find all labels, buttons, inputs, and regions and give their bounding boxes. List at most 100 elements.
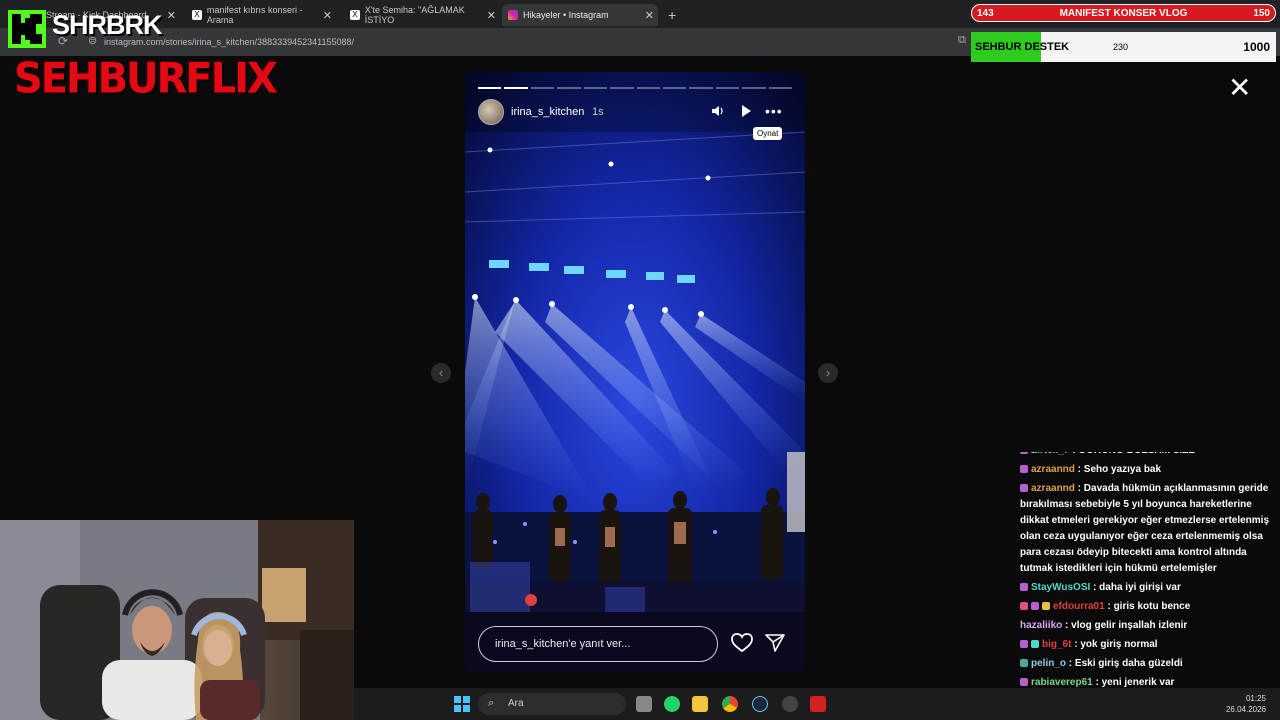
- story-progress-segment: [610, 87, 634, 89]
- chat-badge-icon: [1031, 640, 1039, 649]
- chat-message: azraannd : Seho yazıya bak: [1020, 462, 1280, 478]
- chat-text: : Seho yazıya bak: [1074, 464, 1162, 475]
- chat-text: : yeni jenerik var: [1092, 677, 1175, 688]
- chat-badge-icon: [1020, 659, 1028, 668]
- windows-start-icon[interactable]: [454, 696, 470, 712]
- search-placeholder: Ara: [508, 698, 524, 709]
- tab-title: Hikayeler • Instagram: [523, 10, 609, 20]
- tab-x-post[interactable]: X X'te Semiha: "AĞLAMAK İSTİYO ✕: [344, 4, 500, 26]
- obs-icon[interactable]: [782, 696, 798, 712]
- chat-badge-icon: [1020, 640, 1028, 649]
- story-progress-segment: [662, 87, 687, 89]
- chat-username[interactable]: hazaliiko: [1020, 620, 1062, 631]
- chat-message: big_6t : yok giriş normal: [1020, 637, 1280, 653]
- chat-username[interactable]: azraannd: [1031, 483, 1075, 494]
- more-options-icon[interactable]: •••: [765, 103, 783, 119]
- chat-text: : yok giriş normal: [1071, 639, 1158, 650]
- chat-message: StayWusOSI : daha iyi girişi var: [1020, 580, 1280, 596]
- heart-icon[interactable]: [731, 633, 753, 658]
- volume-icon[interactable]: [711, 104, 725, 121]
- story-progress-bar: [478, 87, 793, 89]
- goal-current: 230: [1113, 42, 1129, 52]
- install-app-icon[interactable]: ⧉: [958, 34, 966, 47]
- right-counter: 150: [1253, 7, 1270, 19]
- chrome-icon[interactable]: [722, 696, 738, 712]
- goal-max: 1000: [1243, 40, 1270, 54]
- chat-username[interactable]: pelin_o: [1031, 658, 1066, 669]
- task-view-icon[interactable]: [636, 696, 652, 712]
- previous-story-button[interactable]: ‹: [431, 363, 451, 383]
- app-icon[interactable]: [810, 696, 826, 712]
- x-logo-icon: X: [192, 10, 202, 20]
- chat-username[interactable]: big_6t: [1042, 639, 1071, 650]
- chat-message: Zirtcil_7 : GORONG BOZSAM SIZE: [1020, 452, 1280, 459]
- system-clock[interactable]: 01:25 26.04.2026: [1226, 693, 1266, 715]
- steam-icon[interactable]: [752, 696, 768, 712]
- close-icon[interactable]: ✕: [1228, 74, 1251, 102]
- chat-username[interactable]: efdourra01: [1053, 601, 1105, 612]
- tab-close-icon[interactable]: ✕: [645, 9, 654, 22]
- spotify-icon[interactable]: [664, 696, 680, 712]
- channel-logo-text: SHRBRK: [52, 10, 163, 40]
- tab-instagram-stories[interactable]: Hikayeler • Instagram ✕: [502, 4, 658, 26]
- brand-logo: SEHBURFLIX: [14, 54, 278, 104]
- story-username[interactable]: irina_s_kitchen: [511, 106, 584, 118]
- new-tab-button[interactable]: +: [662, 4, 682, 26]
- chat-badge-icon: [1020, 602, 1028, 611]
- send-icon[interactable]: [765, 633, 785, 658]
- chat-text: : daha iyi girişi var: [1090, 582, 1181, 593]
- chat-message: azraannd : Davada hükmün açıklanmasının …: [1020, 481, 1280, 577]
- story-progress-segment: [530, 87, 555, 89]
- avatar[interactable]: [478, 99, 504, 125]
- webcam-image: [0, 520, 354, 720]
- chat-username[interactable]: Zirtcil_7: [1031, 452, 1069, 456]
- tab-close-icon[interactable]: ✕: [167, 9, 176, 22]
- next-story-button[interactable]: ›: [818, 363, 838, 383]
- tab-title: X'te Semiha: "AĞLAMAK İSTİYO: [364, 5, 465, 25]
- donation-goal: SEHBUR DESTEK 230 1000: [971, 32, 1276, 62]
- chat-panel: Zirtcil_7 : GORONG BOZSAM SIZE azraannd :…: [1020, 452, 1280, 720]
- story-progress-segment: [478, 87, 502, 89]
- story-progress-segment: [689, 87, 713, 89]
- search-icon: ⌕: [488, 697, 495, 709]
- chat-text: : vlog gelir inşallah izlenir: [1062, 620, 1188, 631]
- tab-search[interactable]: X manifest kıbrıs konseri - Arama ✕: [186, 4, 336, 26]
- chat-username[interactable]: rabiaverep61: [1031, 677, 1093, 688]
- story-progress-segment: [504, 87, 528, 89]
- clock-time: 01:25: [1245, 694, 1266, 703]
- play-icon[interactable]: [739, 104, 753, 121]
- story-progress-segment: [768, 87, 793, 89]
- chat-badge-icon: [1020, 583, 1028, 592]
- play-tooltip: Oynat: [753, 127, 783, 140]
- tab-close-icon[interactable]: ✕: [487, 9, 496, 22]
- story-progress-segment: [636, 87, 660, 89]
- reply-input[interactable]: irina_s_kitchen'e yanıt ver...: [478, 626, 718, 662]
- chat-badge-icon: [1020, 452, 1028, 455]
- stream-title: MANIFEST KONSER VLOG: [1059, 7, 1188, 19]
- story-progress-segment: [583, 87, 608, 89]
- plus-icon: +: [668, 7, 677, 23]
- instagram-logo-icon: [508, 10, 518, 20]
- kick-logo-icon: [8, 10, 46, 48]
- chat-badge-icon: [1031, 602, 1039, 611]
- story-progress-segment: [557, 87, 581, 89]
- stream-title-bar: 143 MANIFEST KONSER VLOG 150: [971, 4, 1276, 22]
- windows-taskbar: ⌕ Ara 01:25 26.04.2026: [354, 688, 1280, 720]
- chat-badge-icon: [1042, 602, 1050, 611]
- chat-message: hazaliiko : vlog gelir inşallah izlenir: [1020, 618, 1280, 634]
- concert-video-frame: [465, 72, 805, 672]
- chat-text: : GORONG BOZSAM SIZE: [1069, 452, 1195, 456]
- webcam-feed: [0, 520, 354, 720]
- file-explorer-icon[interactable]: [692, 696, 708, 712]
- tab-close-icon[interactable]: ✕: [323, 9, 332, 22]
- chat-text: : giris kotu bence: [1104, 601, 1191, 612]
- x-logo-icon: X: [350, 10, 360, 20]
- goal-name: SEHBUR DESTEK: [975, 41, 1070, 53]
- story-time: 1s: [592, 106, 604, 118]
- chat-username[interactable]: StayWusOSI: [1031, 582, 1090, 593]
- story-viewer[interactable]: irina_s_kitchen 1s ••• Oynat irina_s_kit…: [465, 72, 805, 672]
- chat-badge-icon: [1020, 465, 1028, 474]
- taskbar-search[interactable]: ⌕ Ara: [478, 693, 626, 715]
- chat-message: efdourra01 : giris kotu bence: [1020, 599, 1280, 615]
- chat-username[interactable]: azraannd: [1031, 464, 1075, 475]
